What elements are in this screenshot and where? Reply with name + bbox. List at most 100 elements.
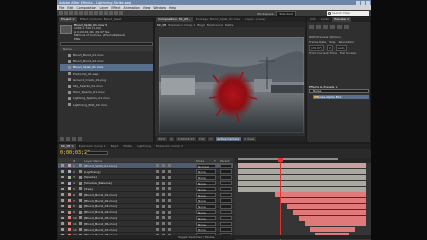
- text-tool-icon[interactable]: [99, 11, 103, 15]
- layer-duration-bar[interactable]: [238, 169, 366, 175]
- layer-duration-bar[interactable]: [238, 186, 366, 192]
- viewer-timecode[interactable]: 0;00;03;23: [176, 137, 196, 141]
- next-frame-icon[interactable]: [330, 25, 335, 29]
- tab-project[interactable]: Project ×: [59, 17, 77, 22]
- shy-switch-icon[interactable]: [156, 169, 159, 173]
- blend-mode-select[interactable]: None: [196, 186, 216, 192]
- layer-duration-bar[interactable]: [238, 180, 366, 186]
- motion-blur-switch-icon[interactable]: [168, 210, 171, 214]
- motion-blur-switch-icon[interactable]: [168, 181, 171, 185]
- layer-duration-bar[interactable]: [310, 227, 355, 233]
- label-color-swatch[interactable]: [68, 210, 71, 214]
- comp-subtab-bkgd[interactable]: Bkgd: [197, 23, 205, 27]
- layer-duration-bar[interactable]: [275, 192, 366, 198]
- menu-effect[interactable]: Effect: [111, 6, 120, 10]
- play-icon[interactable]: [323, 25, 328, 29]
- blend-mode-select[interactable]: None: [196, 215, 216, 221]
- new-folder-icon[interactable]: [66, 137, 70, 141]
- first-frame-icon[interactable]: [309, 25, 314, 29]
- parent-select[interactable]: [220, 209, 232, 215]
- col-t[interactable]: T: [214, 159, 216, 163]
- visibility-eye-icon[interactable]: [61, 222, 64, 225]
- motion-blur-switch-icon[interactable]: [168, 175, 171, 179]
- label-color-swatch[interactable]: [68, 222, 71, 226]
- layer-duration-bar[interactable]: [238, 163, 366, 169]
- visibility-eye-icon[interactable]: [61, 193, 64, 196]
- timeline-track-area[interactable]: [235, 158, 371, 240]
- tab-effect-controls[interactable]: Effect Controls: Blood_Splat: [78, 17, 124, 22]
- col-mode[interactable]: Mode: [196, 159, 204, 163]
- previous-frame-icon[interactable]: [316, 25, 321, 29]
- label-color-swatch[interactable]: [68, 193, 71, 197]
- parent-select[interactable]: [220, 221, 232, 227]
- shy-switch-icon[interactable]: [156, 175, 159, 179]
- interpret-footage-icon[interactable]: [60, 137, 64, 141]
- shy-switch-icon[interactable]: [156, 181, 159, 185]
- comp-subtab-sc05[interactable]: SC_05: [157, 23, 166, 27]
- tab-info[interactable]: Info: [308, 17, 318, 22]
- fx-switch-icon[interactable]: [162, 175, 165, 179]
- fx-switch-icon[interactable]: [162, 181, 165, 185]
- shy-switch-icon[interactable]: [156, 187, 159, 191]
- hand-tool-icon[interactable]: [64, 11, 68, 15]
- comp-subtab-matte[interactable]: Matte: [225, 23, 234, 27]
- layer-duration-bar[interactable]: [305, 221, 366, 227]
- camera-tool-icon[interactable]: [79, 11, 83, 15]
- layer-name[interactable]: [Shadow_Bakeme]: [84, 181, 112, 185]
- fx-switch-icon[interactable]: [162, 198, 165, 202]
- maximize-button[interactable]: [361, 0, 365, 5]
- visibility-eye-icon[interactable]: [61, 228, 64, 231]
- menu-layer[interactable]: Layer: [99, 6, 108, 10]
- parent-select[interactable]: [220, 169, 232, 174]
- project-item[interactable]: Lightning_Bolt_02.mov: [60, 102, 153, 108]
- fx-switch-icon[interactable]: [162, 193, 165, 197]
- fx-switch-icon[interactable]: [162, 210, 165, 214]
- new-comp-icon[interactable]: [72, 137, 76, 141]
- motion-blur-switch-icon[interactable]: [168, 227, 171, 231]
- label-color-swatch[interactable]: [68, 187, 71, 191]
- label-color-swatch[interactable]: [68, 227, 71, 231]
- snapshot-icon[interactable]: ◎: [168, 137, 175, 141]
- parent-select[interactable]: [220, 204, 232, 209]
- blend-mode-select[interactable]: Normal: [196, 163, 216, 168]
- shy-switch-icon[interactable]: [156, 227, 159, 231]
- comp-subtab-backround[interactable]: Backround: [207, 23, 223, 27]
- parent-select[interactable]: [220, 198, 232, 203]
- parent-select[interactable]: [220, 227, 232, 232]
- label-color-swatch[interactable]: [68, 164, 71, 168]
- layer-name[interactable]: [Blood_Burst_03.mov]: [84, 204, 117, 208]
- blend-mode-select[interactable]: None: [196, 204, 216, 209]
- col-parent[interactable]: Parent: [220, 159, 230, 163]
- motion-blur-switch-icon[interactable]: [168, 169, 171, 173]
- parent-select[interactable]: [220, 180, 232, 186]
- project-column-header[interactable]: Name: [60, 47, 153, 51]
- layer-name[interactable]: [Blood_Splat_01.mov]: [84, 164, 117, 168]
- blend-mode-select[interactable]: None: [196, 227, 216, 232]
- resolution-select[interactable]: Full: [197, 137, 206, 141]
- layer-name[interactable]: [Sparks]: [84, 175, 97, 179]
- work-area-bar[interactable]: [238, 158, 338, 160]
- mask-tool-icon[interactable]: [89, 11, 93, 15]
- layer-name[interactable]: [Blood_Burst_01.mov]: [84, 193, 117, 197]
- visibility-eye-icon[interactable]: [61, 187, 64, 191]
- motion-blur-switch-icon[interactable]: [168, 187, 171, 191]
- layer-name[interactable]: [Blood_Burst_07.mov]: [84, 228, 117, 232]
- shy-switch-icon[interactable]: [156, 193, 159, 197]
- shy-switch-icon[interactable]: [156, 164, 159, 168]
- pan-behind-tool-icon[interactable]: [84, 11, 88, 15]
- pen-tool-icon[interactable]: [94, 11, 98, 15]
- menu-view[interactable]: View: [143, 6, 151, 10]
- motion-blur-switch-icon[interactable]: [168, 193, 171, 197]
- shy-switch-icon[interactable]: [156, 204, 159, 208]
- blend-mode-select[interactable]: None: [196, 192, 216, 197]
- parent-select[interactable]: [220, 175, 232, 180]
- current-time-indicator[interactable]: [280, 158, 281, 240]
- ram-preview-icon[interactable]: [344, 25, 349, 29]
- layer-duration-bar[interactable]: [280, 198, 366, 204]
- layer-duration-bar[interactable]: [238, 175, 366, 180]
- layer-name[interactable]: [Blood_Burst_05.mov]: [84, 216, 117, 220]
- view-layout-select[interactable]: 1 View: [242, 137, 256, 141]
- close-button[interactable]: [366, 0, 370, 5]
- camera-select[interactable]: Active Camera: [215, 137, 241, 141]
- shy-switch-icon[interactable]: [156, 222, 159, 226]
